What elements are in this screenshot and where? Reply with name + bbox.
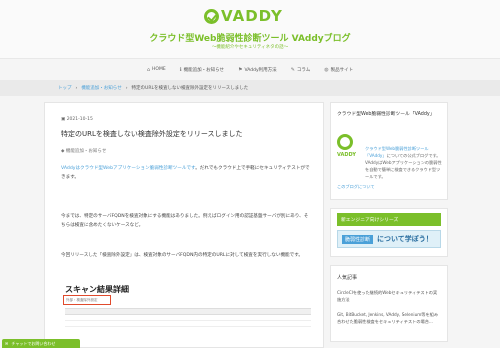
about-more-link[interactable]: このブログについて bbox=[337, 184, 441, 190]
site-header: VADDY クラウド型Web脆弱性診断ツール VAddyブログ 〜機能紹介やセキ… bbox=[0, 0, 500, 58]
popular-title: 人気記事 bbox=[337, 275, 358, 281]
nav-column[interactable]: ✎ コラム bbox=[291, 67, 311, 73]
home-icon: ⌂ bbox=[146, 66, 151, 73]
article-card: ▣ 2021-10-15 特定のURLを検査しない検査除外設定をリリースしました… bbox=[44, 102, 324, 348]
breadcrumb-top[interactable]: トップ bbox=[58, 85, 72, 91]
popular-item[interactable]: CircleCIを使った継続的Webセキュリティテストの実施方法 bbox=[337, 289, 441, 303]
promo-heading: 新エンジニア向けシリーズ bbox=[337, 213, 441, 226]
breadcrumb-category[interactable]: 機能追加・お知らせ bbox=[81, 85, 121, 91]
sidebar: クラウド型Web脆弱性診断ツール「VAddy」 VADDY クラウド型Web脆弱… bbox=[330, 102, 448, 342]
globe-icon: ◍ bbox=[324, 66, 329, 73]
nav-product-label: 製品サイト bbox=[330, 67, 354, 73]
promo-banner[interactable]: 脆弱性診断 について学ぼう！ bbox=[337, 230, 441, 248]
intro-link[interactable]: VAddyはクラウド型Webアプリケーション脆弱性診断ツールです bbox=[61, 166, 195, 171]
paragraph-intro: VAddyはクラウド型Webアプリケーション脆弱性診断ツールです。だれでもクラウ… bbox=[61, 165, 311, 182]
nav-column-label: コラム bbox=[296, 67, 311, 73]
nav-news[interactable]: ℹ 機能追加・お知らせ bbox=[180, 67, 224, 73]
promo-widget: 新エンジニア向けシリーズ 脆弱性診断 について学ぼう！ bbox=[330, 208, 448, 257]
about-description: クラウド型Web脆弱性診断ツール「VAddy」についての公式ブログです。VAdd… bbox=[365, 145, 443, 180]
about-title: クラウド型Web脆弱性診断ツール「VAddy」 bbox=[337, 112, 435, 117]
breadcrumb-separator-icon: › bbox=[125, 85, 128, 91]
logo-text: VADDY bbox=[221, 7, 283, 25]
pen-icon: ✎ bbox=[290, 66, 295, 73]
nav-usage-label: VAddy利用方法 bbox=[244, 67, 277, 73]
nav-usage[interactable]: ⚑ VAddy利用方法 bbox=[238, 67, 277, 73]
scan-result-title: スキャン結果詳細 bbox=[65, 285, 129, 294]
breadcrumb-separator-icon: › bbox=[75, 85, 78, 91]
post-category[interactable]: ◆ 機能追加・お知らせ bbox=[61, 148, 106, 154]
check-circle-icon bbox=[204, 8, 219, 24]
promo-text: について学ぼう！ bbox=[377, 235, 433, 243]
nav-product[interactable]: ◍ 製品サイト bbox=[324, 67, 353, 73]
popular-item[interactable]: Git, BitBucket, Jenkins, VAddy, Selenium… bbox=[337, 311, 441, 325]
info-icon: ℹ bbox=[179, 66, 182, 73]
breadcrumb: トップ › 機能追加・お知らせ › 特定のURLを検査しない検査除外設定をリリー… bbox=[0, 80, 500, 96]
flag-icon: ⚑ bbox=[238, 66, 243, 73]
main-nav: ⌂ HOME ℹ 機能追加・お知らせ ⚑ VAddy利用方法 ✎ コラム ◍ 製品サイト bbox=[0, 58, 500, 80]
nav-home[interactable]: ⌂ HOME bbox=[147, 67, 166, 73]
site-title[interactable]: クラウド型Web脆弱性診断ツール VAddyブログ bbox=[0, 31, 500, 44]
scan-exclusion-input: 外部・検査除外設定 bbox=[63, 295, 111, 305]
chat-icon: ✉ bbox=[5, 341, 9, 346]
post-title: 特定のURLを検査しない検査除外設定をリリースしました bbox=[61, 130, 243, 138]
site-logo[interactable]: VADDY bbox=[204, 7, 283, 25]
post-date: ▣ 2021-10-15 bbox=[61, 117, 93, 122]
chat-button[interactable]: ✉ チャットでお問い合わせ bbox=[2, 339, 80, 348]
nav-news-label: 機能追加・お知らせ bbox=[183, 67, 225, 73]
chat-label: チャットでお問い合わせ bbox=[11, 340, 56, 346]
scan-result-table bbox=[65, 308, 311, 342]
about-widget: クラウド型Web脆弱性診断ツール「VAddy」 VADDY クラウド型Web脆弱… bbox=[330, 102, 448, 200]
promo-badge: 脆弱性診断 bbox=[342, 234, 374, 244]
nav-home-label: HOME bbox=[152, 67, 166, 72]
vaddy-logo-icon bbox=[337, 134, 353, 150]
popular-widget: 人気記事 CircleCIを使った継続的Webセキュリティテストの実施方法 Gi… bbox=[330, 265, 448, 342]
breadcrumb-current: 特定のURLを検査しない検査除外設定をリリースしました bbox=[131, 86, 249, 91]
paragraph-feature: 今回リリースした「検査除外設定」は、検査対象のサーバFQDN内の特定のURLに対… bbox=[61, 253, 303, 258]
post-category-label: 機能追加・お知らせ bbox=[65, 149, 107, 154]
post-date-value: 2021-10-15 bbox=[66, 117, 93, 122]
scan-table-row bbox=[65, 321, 311, 327]
site-subtitle: 〜機能紹介やセキュリティネタの話〜 bbox=[211, 45, 289, 50]
paragraph-background: 今までは、特定のサーバFQDNを検査対象にする機能はありました。例えばログイン用… bbox=[61, 214, 309, 228]
